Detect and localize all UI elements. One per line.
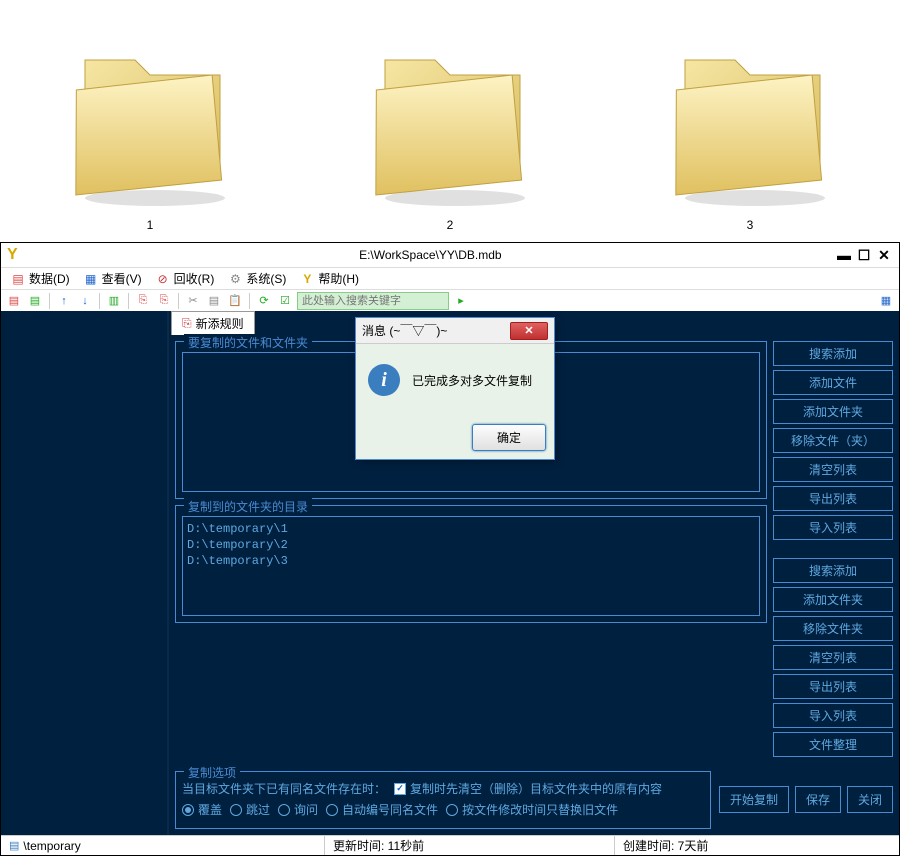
toolbar: ▤ ▤ ↑ ↓ ▥ ⎘ ⎘ ✂ ▤ 📋 ⟳ ☑ ▸ ▦ xyxy=(1,289,899,311)
options-group: 复制选项 当目标文件夹下已有同名文件存在时： ✓复制时先清空（删除）目标文件夹中… xyxy=(175,771,711,829)
left-panel xyxy=(1,311,169,835)
radio-icon xyxy=(446,804,458,816)
dialog-title: 消息 (~￣▽￣)~ xyxy=(362,322,510,339)
menu-system[interactable]: ⚙系统(S) xyxy=(222,268,292,289)
tb-new-icon[interactable]: ▤ xyxy=(5,292,23,310)
btn-export-list[interactable]: 导出列表 xyxy=(773,486,893,511)
doc-icon: ▤ xyxy=(11,272,25,286)
radio-icon xyxy=(278,804,290,816)
radio-autonum[interactable]: 自动编号同名文件 xyxy=(326,801,438,818)
btn-import-list[interactable]: 导入列表 xyxy=(773,515,893,540)
btn-file-organize[interactable]: 文件整理 xyxy=(773,732,893,757)
radio-replace-old[interactable]: 按文件修改时间只替换旧文件 xyxy=(446,801,618,818)
tb-layout-icon[interactable]: ▥ xyxy=(105,292,123,310)
btn-add-folder[interactable]: 添加文件夹 xyxy=(773,399,893,424)
tab-icon: ⎘ xyxy=(182,316,192,331)
recycle-icon: ⊘ xyxy=(156,272,170,286)
radio-icon xyxy=(182,804,194,816)
btn-close[interactable]: 关闭 xyxy=(847,786,893,813)
folder-item[interactable]: 1 xyxy=(55,20,245,232)
folder-icon xyxy=(355,20,545,210)
folder-label: 2 xyxy=(447,218,454,232)
radio-overwrite[interactable]: 覆盖 xyxy=(182,801,222,818)
menu-view[interactable]: ▦查看(V) xyxy=(78,268,148,289)
status-create: 创建时间: 7天前 xyxy=(623,837,708,854)
dialog-message: 已完成多对多文件复制 xyxy=(412,372,532,389)
tb-copy-icon[interactable]: ⎘ xyxy=(134,292,152,310)
btn-add-file[interactable]: 添加文件 xyxy=(773,370,893,395)
tb-up-icon[interactable]: ↑ xyxy=(55,292,73,310)
btn-search-add[interactable]: 搜索添加 xyxy=(773,341,893,366)
dialog-ok-button[interactable]: 确定 xyxy=(472,424,546,451)
window-title: E:\WorkSpace\YY\DB.mdb xyxy=(26,248,835,262)
checkbox-clear-first[interactable]: ✓复制时先清空（删除）目标文件夹中的原有内容 xyxy=(394,780,662,797)
dialog-close-button[interactable]: ✕ xyxy=(510,322,548,340)
folder-icon xyxy=(655,20,845,210)
info-dialog: 消息 (~￣▽￣)~ ✕ i 已完成多对多文件复制 确定 xyxy=(355,317,555,460)
group-title: 复制到的文件夹的目录 xyxy=(184,498,312,515)
tb-go-icon[interactable]: ▸ xyxy=(452,292,470,310)
tb-refresh-icon[interactable]: ⟳ xyxy=(255,292,273,310)
dest-list[interactable]: D:\temporary\1 D:\temporary\2 D:\tempora… xyxy=(182,516,760,616)
btn-save[interactable]: 保存 xyxy=(795,786,841,813)
folder-label: 1 xyxy=(147,218,154,232)
menu-bar: ▤数据(D) ▦查看(V) ⊘回收(R) ⚙系统(S) Y帮助(H) xyxy=(1,267,899,289)
tab-new-rule[interactable]: ⎘ 新添规则 xyxy=(171,311,255,335)
tb-window-icon[interactable]: ▦ xyxy=(877,292,895,310)
radio-icon xyxy=(230,804,242,816)
btn-clear-list[interactable]: 清空列表 xyxy=(773,457,893,482)
app-logo-icon: Y xyxy=(7,246,18,264)
radio-icon xyxy=(326,804,338,816)
maximize-button[interactable]: ☐ xyxy=(855,246,873,264)
radio-skip[interactable]: 跳过 xyxy=(230,801,270,818)
folder-item[interactable]: 3 xyxy=(655,20,845,232)
menu-data[interactable]: ▤数据(D) xyxy=(5,268,76,289)
search-input[interactable] xyxy=(297,292,449,310)
tb-cut-icon[interactable]: ✂ xyxy=(184,292,202,310)
title-bar: Y E:\WorkSpace\YY\DB.mdb ▬ ☐ ✕ xyxy=(1,243,899,267)
path-icon: ▤ xyxy=(9,839,19,852)
btn-export-list2[interactable]: 导出列表 xyxy=(773,674,893,699)
menu-help[interactable]: Y帮助(H) xyxy=(294,268,365,289)
status-update: 更新时间: 11秒前 xyxy=(333,837,424,854)
help-icon: Y xyxy=(300,272,314,286)
btn-remove-folder2[interactable]: 移除文件夹 xyxy=(773,616,893,641)
tb-clip-icon[interactable]: 📋 xyxy=(226,292,244,310)
checkbox-icon: ✓ xyxy=(394,783,406,795)
close-button[interactable]: ✕ xyxy=(875,246,893,264)
folder-item[interactable]: 2 xyxy=(355,20,545,232)
tb-sel-icon[interactable]: ☑ xyxy=(276,292,294,310)
status-bar: ▤ \temporary 更新时间: 11秒前 创建时间: 7天前 xyxy=(1,835,899,855)
dest-group: 复制到的文件夹的目录 D:\temporary\1 D:\temporary\2… xyxy=(175,505,767,623)
btn-start-copy[interactable]: 开始复制 xyxy=(719,786,789,813)
tb-add-icon[interactable]: ▤ xyxy=(26,292,44,310)
btn-remove-file[interactable]: 移除文件（夹） xyxy=(773,428,893,453)
info-icon: i xyxy=(368,364,400,396)
status-path: \temporary xyxy=(23,839,80,853)
btn-add-folder2[interactable]: 添加文件夹 xyxy=(773,587,893,612)
list-item[interactable]: D:\temporary\2 xyxy=(187,537,755,553)
options-title: 复制选项 xyxy=(184,764,240,781)
folder-icon xyxy=(55,20,245,210)
btn-import-list2[interactable]: 导入列表 xyxy=(773,703,893,728)
list-item[interactable]: D:\temporary\3 xyxy=(187,553,755,569)
app-window: Y E:\WorkSpace\YY\DB.mdb ▬ ☐ ✕ ▤数据(D) ▦查… xyxy=(0,242,900,856)
menu-recycle[interactable]: ⊘回收(R) xyxy=(150,268,221,289)
folder-label: 3 xyxy=(747,218,754,232)
btn-clear-list2[interactable]: 清空列表 xyxy=(773,645,893,670)
grid-icon: ▦ xyxy=(84,272,98,286)
btn-search-add2[interactable]: 搜索添加 xyxy=(773,558,893,583)
list-item[interactable]: D:\temporary\1 xyxy=(187,521,755,537)
group-title: 要复制的文件和文件夹 xyxy=(184,334,312,351)
minimize-button[interactable]: ▬ xyxy=(835,246,853,264)
radio-ask[interactable]: 询问 xyxy=(278,801,318,818)
gear-icon: ⚙ xyxy=(228,272,242,286)
tb-doc-icon[interactable]: ▤ xyxy=(205,292,223,310)
options-prompt: 当目标文件夹下已有同名文件存在时： xyxy=(182,780,386,797)
tb-down-icon[interactable]: ↓ xyxy=(76,292,94,310)
tb-paste-icon[interactable]: ⎘ xyxy=(155,292,173,310)
